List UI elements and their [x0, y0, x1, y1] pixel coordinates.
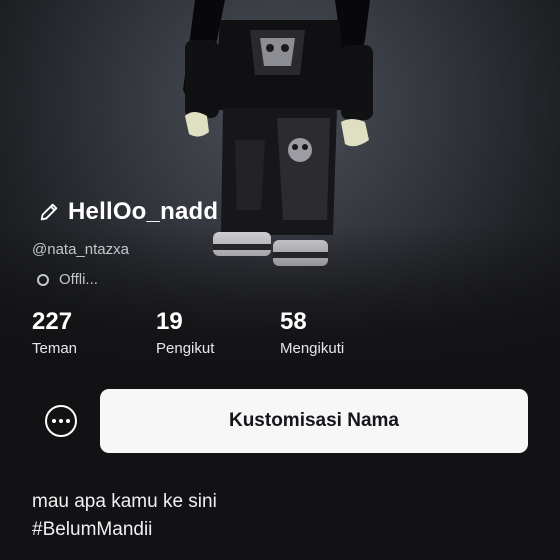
bio-line-1: mau apa kamu ke sini	[32, 491, 217, 512]
customize-name-button[interactable]: Kustomisasi Nama	[100, 389, 528, 453]
stat-followers-label: Pengikut	[156, 340, 215, 357]
display-name: HellOo_nadd	[68, 198, 219, 225]
stat-following-count: 58	[280, 308, 307, 335]
stat-followers-count: 19	[156, 308, 183, 335]
status-text: Offli...	[59, 271, 98, 288]
username: @nata_ntazxa	[32, 241, 129, 258]
pencil-icon[interactable]	[38, 201, 60, 223]
display-name-row[interactable]: HellOo_nadd	[38, 198, 218, 226]
ellipsis-icon	[52, 419, 56, 423]
stat-friends-count: 227	[32, 308, 73, 335]
ellipsis-dot	[59, 419, 63, 423]
stat-following-label: Mengikuti	[280, 340, 345, 357]
stat-friends[interactable]: 227 Teman	[32, 308, 77, 357]
profile-bio: mau apa kamu ke sini #BelumMandii	[32, 488, 217, 544]
presence-status: Offli...	[37, 271, 98, 288]
more-options-button[interactable]	[45, 405, 77, 437]
stat-followers[interactable]: 19 Pengikut	[156, 308, 214, 357]
stat-friends-label: Teman	[32, 340, 78, 357]
stat-following[interactable]: 58 Mengikuti	[280, 308, 344, 357]
status-circle-icon	[37, 273, 49, 286]
ellipsis-dot	[66, 419, 70, 423]
bio-line-2: #BelumMandii	[32, 519, 153, 540]
